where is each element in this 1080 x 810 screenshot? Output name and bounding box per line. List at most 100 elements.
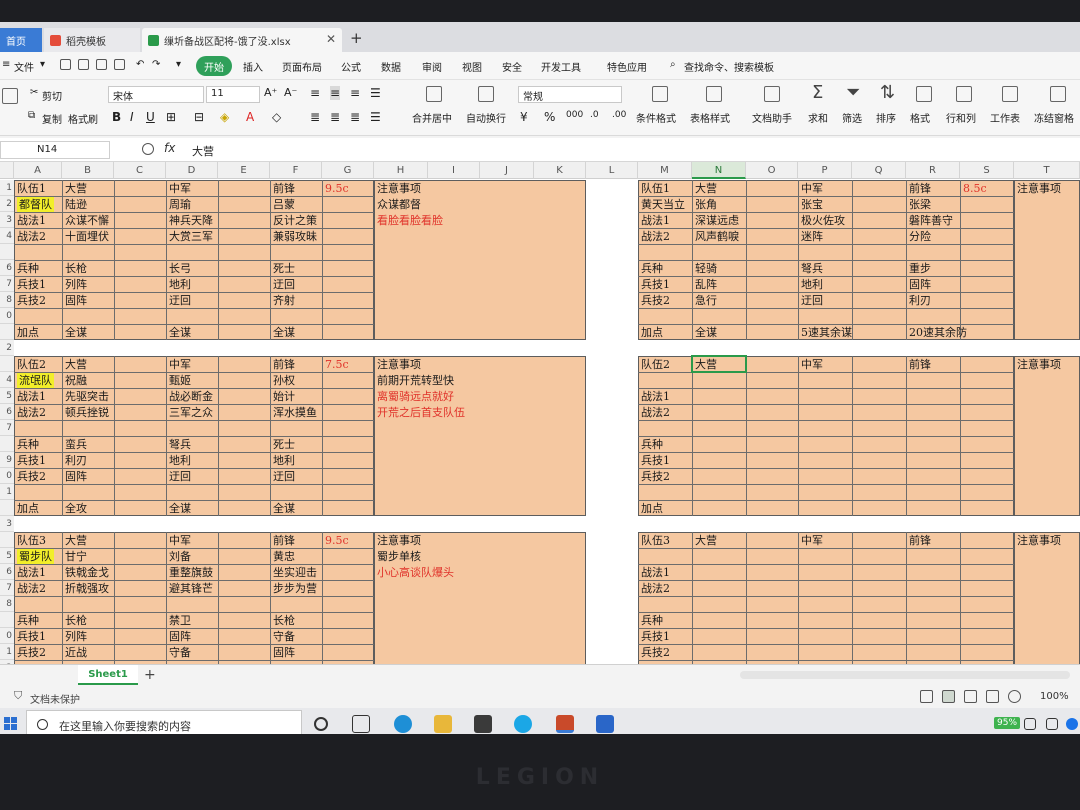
menu-formula[interactable]: 公式 xyxy=(341,59,361,74)
cell-d2[interactable]: 周瑜 xyxy=(169,197,191,212)
menu-developer[interactable]: 开发工具 xyxy=(541,59,581,74)
row-header[interactable] xyxy=(0,436,14,452)
cell-f7[interactable]: 迂回 xyxy=(273,277,295,292)
align-bottom-icon[interactable]: ≡ xyxy=(350,86,360,100)
cell-d6[interactable]: 长弓 xyxy=(169,261,191,276)
percent-icon[interactable]: % xyxy=(544,110,555,124)
cell-g23[interactable]: 9.5c xyxy=(325,533,349,548)
windows-start-icon[interactable] xyxy=(4,717,18,731)
row-header[interactable]: 1 xyxy=(0,644,14,660)
cell-p8[interactable]: 迂回 xyxy=(801,293,823,308)
cell-b2[interactable]: 陆逊 xyxy=(65,197,87,212)
cell-p3[interactable]: 极火佐攻 xyxy=(801,213,845,228)
cell-f28[interactable]: 长枪 xyxy=(273,613,295,628)
sum-icon[interactable]: Σ xyxy=(812,82,823,103)
cell-t23[interactable]: 注意事项 xyxy=(1017,533,1061,548)
row-header[interactable]: 2 xyxy=(0,196,14,212)
row-header[interactable]: 5 xyxy=(0,388,14,404)
cell-n6[interactable]: 轻骑 xyxy=(695,261,717,276)
cell-b26[interactable]: 折戟强攻 xyxy=(65,581,109,596)
cell-p23[interactable]: 中军 xyxy=(801,533,823,548)
merge-cells-icon[interactable]: ⊟ xyxy=(194,110,204,124)
cell-d30[interactable]: 守备 xyxy=(169,645,191,660)
cell-f12[interactable]: 前锋 xyxy=(273,357,295,372)
cell-b8[interactable]: 固阵 xyxy=(65,293,87,308)
taskbar-search-box[interactable]: 在这里输入你要搜索的内容 xyxy=(26,710,302,734)
cell-b24[interactable]: 甘宁 xyxy=(65,549,87,564)
doc-helper-button[interactable]: 文档助手 xyxy=(752,110,792,125)
column-header-t[interactable]: T xyxy=(1014,162,1080,179)
sum-button[interactable]: 求和 xyxy=(808,110,828,125)
cell-d17[interactable]: 弩兵 xyxy=(169,437,191,452)
menu-start[interactable]: 开始 xyxy=(196,56,232,76)
cell-f24[interactable]: 黄忠 xyxy=(273,549,295,564)
new-tab-button[interactable]: + xyxy=(350,29,363,47)
currency-icon[interactable]: ¥ xyxy=(520,110,528,124)
cell-b7[interactable]: 列阵 xyxy=(65,277,87,292)
worksheet-button[interactable]: 工作表 xyxy=(990,110,1020,125)
cell-a26[interactable]: 战法2 xyxy=(17,581,46,596)
cell-r23[interactable]: 前锋 xyxy=(909,533,931,548)
menu-file[interactable]: 文件 xyxy=(14,59,34,74)
row-header[interactable]: 7 xyxy=(0,580,14,596)
justify-icon[interactable]: ☰ xyxy=(370,110,381,124)
cell-m8[interactable]: 兵技2 xyxy=(641,293,670,308)
chevron-down-icon[interactable]: ▾ xyxy=(176,59,181,70)
cell-f25[interactable]: 坐实迎击 xyxy=(273,565,317,580)
page-break-view-icon[interactable] xyxy=(986,690,999,703)
cell-d14[interactable]: 战必断金 xyxy=(169,389,213,404)
cell-h23[interactable]: 注意事项 xyxy=(377,533,421,548)
cell-r4[interactable]: 分险 xyxy=(909,229,931,244)
cell-h13[interactable]: 前期开荒转型快 xyxy=(377,373,454,388)
conditional-format-button[interactable]: 条件格式 xyxy=(636,110,676,125)
cell-b13[interactable]: 祝融 xyxy=(65,373,87,388)
cell-h2[interactable]: 众谋都督 xyxy=(377,197,421,212)
cell-a2[interactable]: 都督队 xyxy=(17,197,54,212)
cell-n3[interactable]: 深谋远虑 xyxy=(695,213,739,228)
row-header[interactable] xyxy=(0,324,14,340)
row-column-button[interactable]: 行和列 xyxy=(946,110,976,125)
column-header-j[interactable]: J xyxy=(480,162,534,179)
sort-button[interactable]: 排序 xyxy=(876,110,896,125)
cell-m2[interactable]: 黄天当立 xyxy=(641,197,685,212)
menu-data[interactable]: 数据 xyxy=(381,59,401,74)
cell-f23[interactable]: 前锋 xyxy=(273,533,295,548)
menu-page-layout[interactable]: 页面布局 xyxy=(282,59,322,74)
column-header-a[interactable]: A xyxy=(14,162,62,179)
cell-r10[interactable]: 20速其余防 xyxy=(909,325,967,340)
row-header[interactable]: 4 xyxy=(0,372,14,388)
thousands-icon[interactable]: 000 xyxy=(566,110,583,120)
cell-f4[interactable]: 兼弱攻昧 xyxy=(273,229,317,244)
volume-icon[interactable] xyxy=(1046,718,1058,730)
cell-f17[interactable]: 死士 xyxy=(273,437,295,452)
cell-p2[interactable]: 张宝 xyxy=(801,197,823,212)
save-icon[interactable] xyxy=(60,59,71,70)
cell-a30[interactable]: 兵技2 xyxy=(17,645,46,660)
redo-icon[interactable]: ↷ xyxy=(152,59,160,70)
spreadsheet-grid[interactable]: ABCDEFGHIJKLMNOPQRST12346780245679013567… xyxy=(0,162,1080,664)
doc-helper-icon[interactable] xyxy=(764,86,780,102)
undo-icon[interactable]: ↶ xyxy=(136,59,144,70)
wrap-text-button[interactable]: 自动换行 xyxy=(466,110,506,125)
export-icon[interactable] xyxy=(78,59,89,70)
row-header[interactable] xyxy=(0,500,14,516)
wifi-icon[interactable] xyxy=(1024,718,1036,730)
cell-a17[interactable]: 兵种 xyxy=(17,437,39,452)
search-icon[interactable]: ⌕ xyxy=(670,59,676,70)
cell-d1[interactable]: 中军 xyxy=(169,181,191,196)
row-header[interactable]: 7 xyxy=(0,276,14,292)
cell-b10[interactable]: 全谋 xyxy=(65,325,87,340)
row-header[interactable]: 0 xyxy=(0,468,14,484)
formula-input[interactable]: 大营 xyxy=(192,143,214,159)
table-style-button[interactable]: 表格样式 xyxy=(690,110,730,125)
cell-f19[interactable]: 迂回 xyxy=(273,469,295,484)
align-center-icon[interactable]: ≣ xyxy=(330,110,340,124)
row-header[interactable] xyxy=(0,244,14,260)
column-header-e[interactable]: E xyxy=(218,162,270,179)
font-color-icon[interactable]: A xyxy=(246,110,254,124)
row-header[interactable]: 4 xyxy=(0,228,14,244)
cell-a7[interactable]: 兵技1 xyxy=(17,277,46,292)
cell-m23[interactable]: 队伍3 xyxy=(641,533,670,548)
column-header-k[interactable]: K xyxy=(534,162,586,179)
cell-a15[interactable]: 战法2 xyxy=(17,405,46,420)
